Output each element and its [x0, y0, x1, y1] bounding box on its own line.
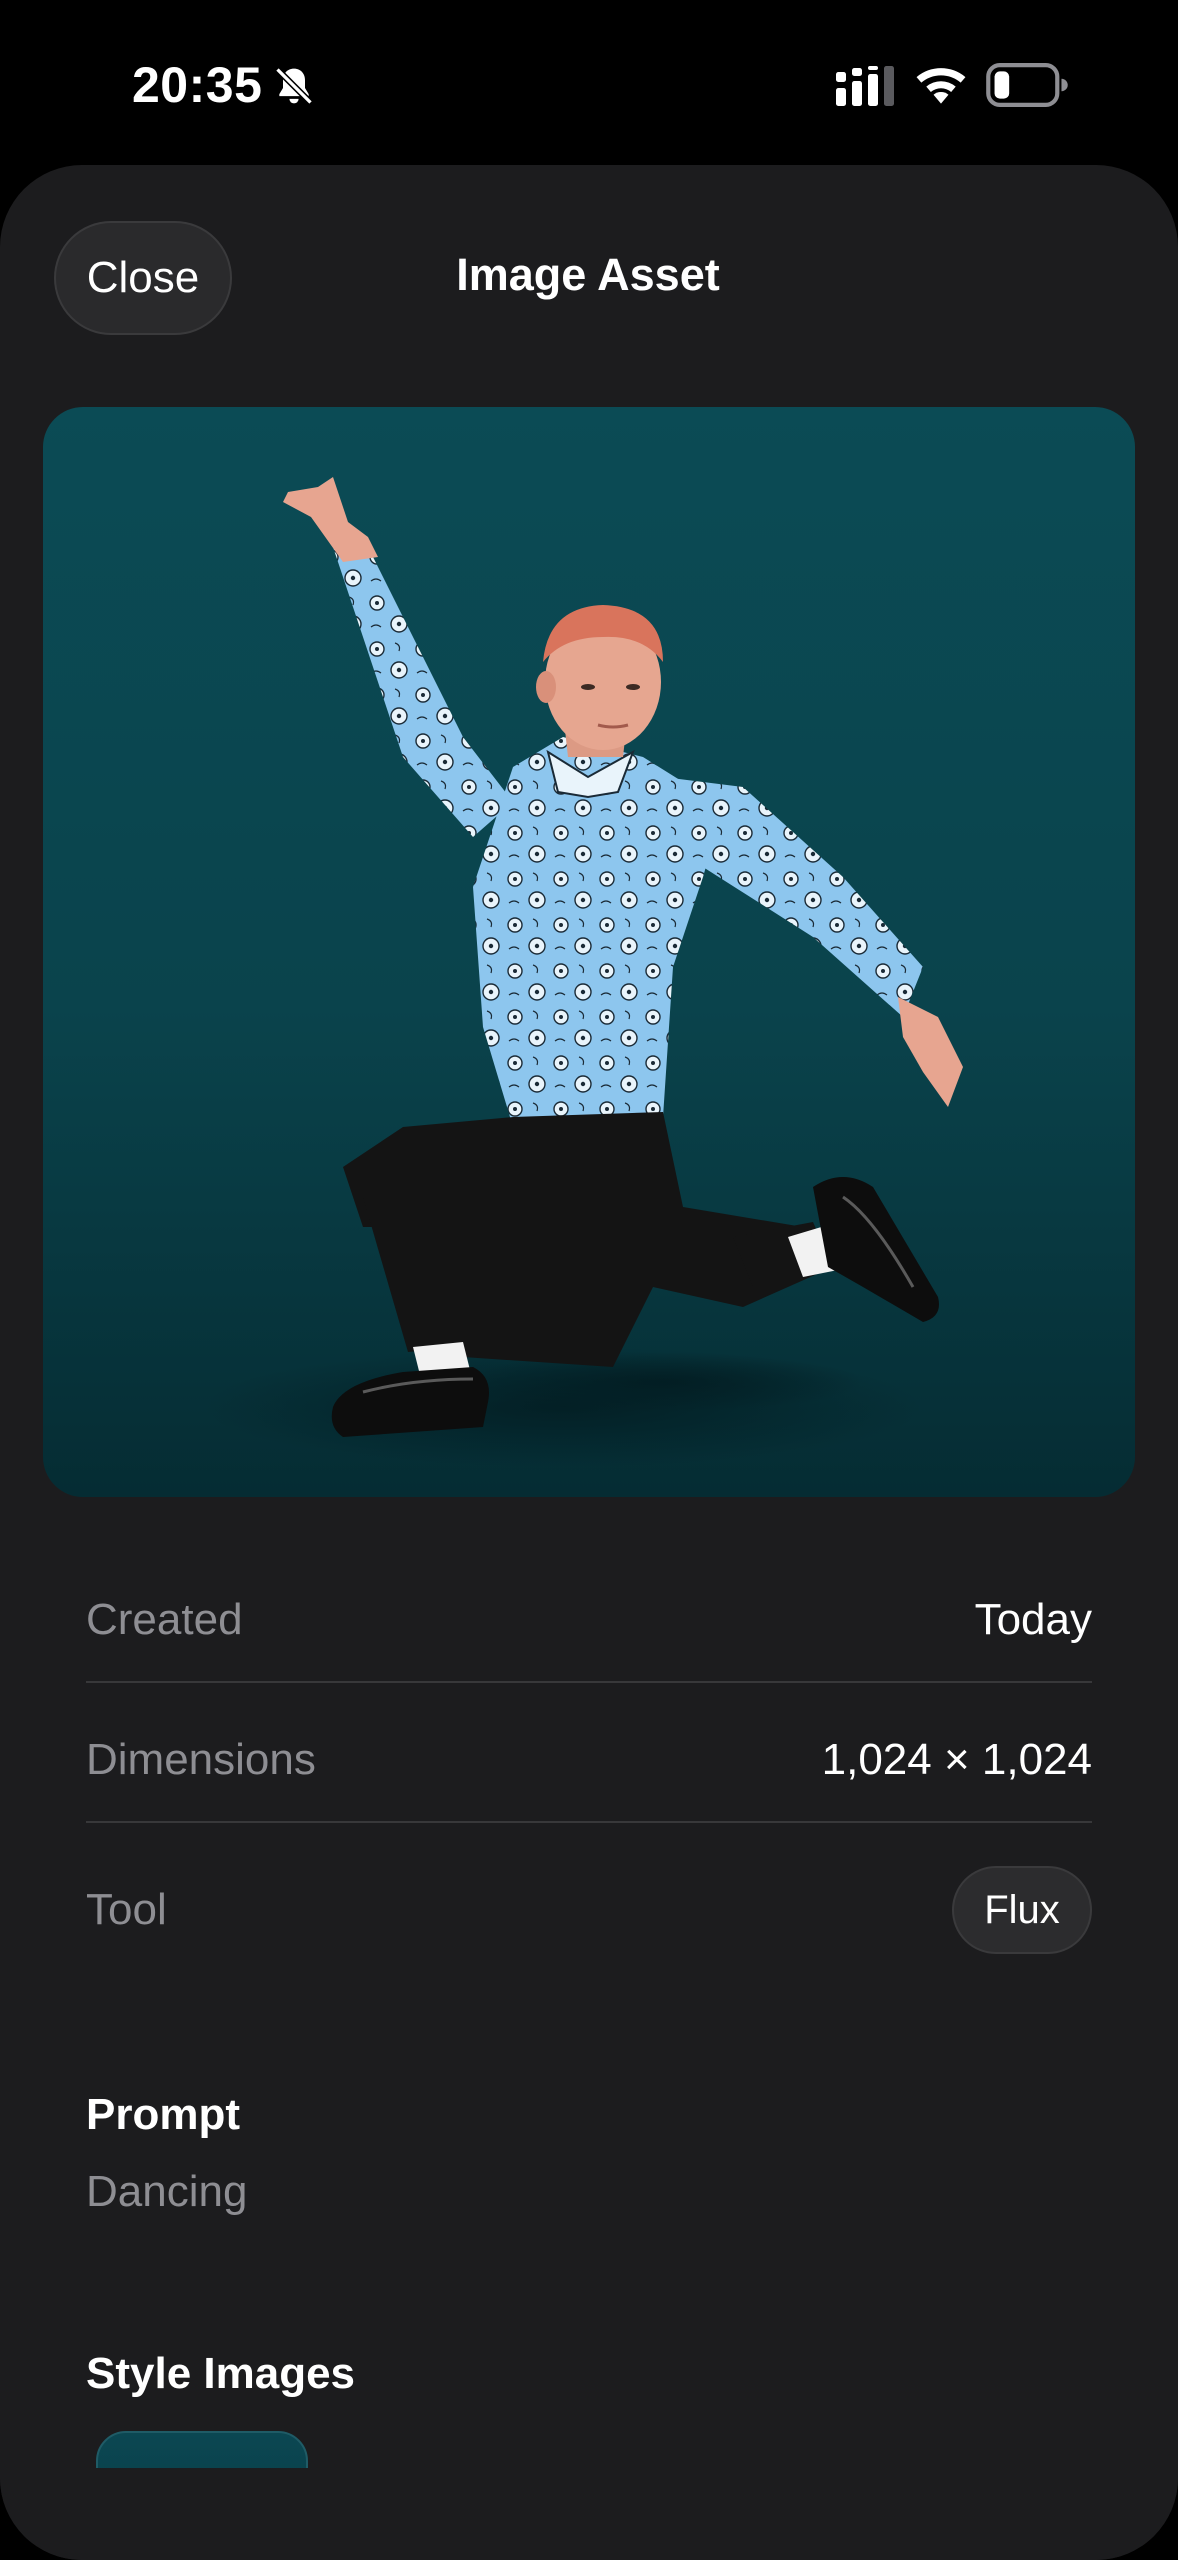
wifi-icon: [916, 68, 966, 104]
battery-icon: [986, 63, 1068, 107]
tool-row: Tool Flux: [86, 1866, 1092, 1954]
dimensions-label: Dimensions: [86, 1735, 316, 1784]
tool-badge: Flux: [952, 1866, 1092, 1954]
image-asset-sheet: Close Image Asset Created Today Dimensio…: [0, 165, 1178, 2560]
asset-image[interactable]: [43, 407, 1135, 1497]
prompt-heading: Prompt: [86, 2090, 240, 2139]
status-bar: 20:35: [0, 0, 1178, 165]
prompt-text: Dancing: [86, 2167, 248, 2216]
dimensions-value: 1,024 × 1,024: [821, 1735, 1092, 1784]
divider: [86, 1821, 1092, 1823]
sheet-bottom-mask: [0, 2468, 1178, 2560]
sheet-title-text: Image Asset: [456, 249, 720, 300]
cellular-signal-icon: [836, 66, 894, 106]
status-time: 20:35: [132, 57, 263, 113]
style-images-heading: Style Images: [86, 2349, 356, 2398]
created-label: Created: [86, 1595, 243, 1644]
tool-label: Tool: [86, 1885, 167, 1934]
bell-slash-icon: [275, 67, 313, 105]
sheet-title: Image Asset: [0, 249, 1178, 301]
divider: [86, 1681, 1092, 1683]
generated-image-dancer: [43, 407, 1135, 1497]
screen: 20:35 Close Image Asset Created Today Di…: [0, 0, 1178, 2560]
created-value: Today: [974, 1595, 1092, 1644]
dimensions-row: Dimensions 1,024 × 1,024: [86, 1725, 1092, 1795]
created-row: Created Today: [86, 1585, 1092, 1655]
